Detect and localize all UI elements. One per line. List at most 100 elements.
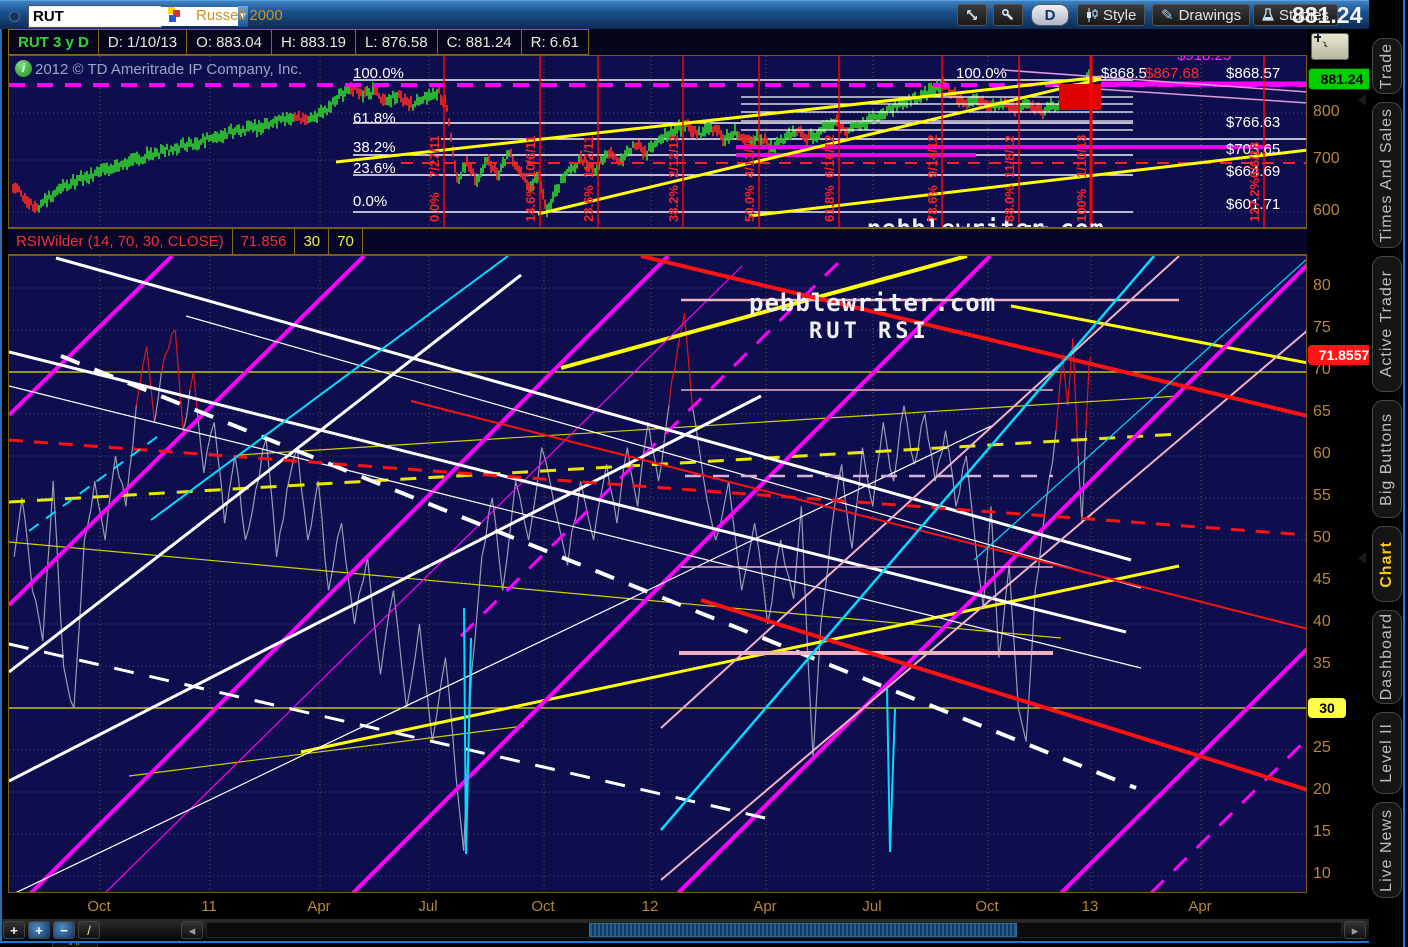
sidebar-tab-times-and-sales[interactable]: Times And Sales (1372, 102, 1402, 248)
sidebar-tab-trade[interactable]: Trade (1372, 38, 1402, 94)
pan-hand-icon (1314, 34, 1328, 47)
fib-pct-label: 61.8% (822, 185, 837, 222)
time-axis-label: Apr (1188, 898, 1212, 915)
line-tool-button[interactable]: / (78, 921, 100, 939)
ohlc-cell: O: 883.04 (186, 29, 271, 55)
time-axis-label: 12 (641, 898, 659, 915)
rsi-axis-tick: 65 (1313, 403, 1331, 420)
rsi-axis-tick: 40 (1313, 613, 1331, 630)
watermark-chart-rsi: RUT RSI (809, 319, 930, 344)
symbol-description: Russell 2000 (196, 7, 283, 24)
time-axis-label: 11 (201, 898, 217, 915)
zoom-in-button[interactable]: + (28, 921, 50, 939)
thinkorswim-chart-window: ▼ Russell 2000 D (0, 0, 1408, 947)
fib-pct-label: 88.0% (1002, 185, 1017, 222)
fib-level-label: 38.2% (353, 139, 396, 156)
ohlc-cell: D: 1/10/13 (97, 29, 187, 55)
rsi-chart-canvas (9, 256, 1306, 892)
ohlc-cell: C: 881.24 (436, 29, 521, 55)
rsi-oversold-setting: 30 (295, 229, 330, 254)
scroll-left-button[interactable]: ◂ (181, 921, 203, 939)
timeframe-button[interactable]: D (1031, 4, 1069, 26)
pencil-icon: ✎ (1161, 7, 1174, 24)
price-chart-panel[interactable]: i 2012 © TD Ameritrade IP Company, Inc. … (8, 55, 1307, 228)
right-edge-divider (1403, 0, 1405, 947)
chart-scrollbar-track[interactable] (206, 922, 1342, 938)
pan-mode-button[interactable] (1311, 33, 1349, 60)
time-axis-label: Jul (862, 898, 882, 915)
time-axis-label: Oct (531, 898, 555, 915)
rsi-axis-tick: 25 (1313, 739, 1331, 756)
ohlc-cell: H: 883.19 (270, 29, 356, 55)
panel-collapse-arrow[interactable] (1358, 94, 1366, 106)
time-axis-label: Apr (307, 898, 331, 915)
zoom-out-button[interactable]: − (53, 921, 75, 939)
fib-pct-label: 0.0% (427, 192, 442, 222)
link-color-icon[interactable] (168, 7, 184, 23)
fib-pct-label: 78.6% (925, 185, 940, 222)
last-price: 881.24 (1292, 2, 1363, 28)
rsi-axis-tick: 10 (1313, 865, 1331, 882)
rsi-axis-tick: 35 (1313, 655, 1331, 672)
rsi-oversold-bubble: 30 (1308, 698, 1346, 718)
sidebar-tab-active-trader[interactable]: Active Trader (1372, 256, 1402, 392)
chart-scrollbar-thumb[interactable] (589, 923, 1017, 937)
rsi-axis-tick: 50 (1313, 529, 1331, 546)
price-axis-tick: 800 (1313, 103, 1340, 120)
fib-level-label: 100.0% (353, 65, 404, 82)
fib-level-label: 61.8% (353, 110, 396, 127)
sidebar-tab-live-news[interactable]: Live News (1372, 802, 1402, 898)
fib-level-label: 23.6% (353, 160, 396, 177)
left-edge-divider (0, 29, 2, 941)
rsi-study-title[interactable]: RSIWilder (14, 70, 30, CLOSE) (8, 229, 233, 254)
price-axis-tick: 600 (1313, 202, 1340, 219)
sidebar-tab-label: Times And Sales (1378, 107, 1395, 243)
move-tool-button[interactable]: + (3, 921, 25, 939)
sidebar-tab-dashboard[interactable]: Dashboard (1372, 610, 1402, 704)
time-axis-label: Oct (87, 898, 111, 915)
watermark-site-rsi: pebblewriter.com (749, 289, 997, 317)
crosshair-arrows-icon (967, 10, 977, 20)
sidebar-tab-big-buttons[interactable]: Big Buttons (1372, 400, 1402, 518)
wrench-icon (1002, 9, 1014, 21)
candlestick-icon (1087, 8, 1098, 22)
fib-level-label: 0.0% (353, 193, 388, 210)
sidebar-tab-label: Active Trader (1378, 270, 1395, 378)
rsi-overbought-setting: 70 (329, 229, 363, 254)
fib-pct-label: 14.6% (523, 185, 538, 222)
time-axis-label: Jul (418, 898, 438, 915)
sidebar-tab-label: Trade (1378, 42, 1395, 90)
settings-wrench-button[interactable] (993, 4, 1023, 26)
ohlc-cell: R: 6.61 (520, 29, 589, 55)
sidebar-tab-label: Chart (1378, 540, 1395, 588)
rsi-chart-panel[interactable]: pebblewriter.com RUT RSI (8, 255, 1307, 893)
drawings-button[interactable]: ✎ Drawings (1152, 4, 1251, 26)
sidebar-tab-level-ii[interactable]: Level II (1372, 712, 1402, 794)
sidebar-tab-label: Dashboard (1378, 613, 1395, 701)
info-icon[interactable]: i (15, 60, 32, 77)
rsi-axis-tick: 55 (1313, 487, 1331, 504)
top-toolbar: ▼ Russell 2000 D (0, 0, 1408, 29)
copyright-text: 2012 © TD Ameritrade IP Company, Inc. (35, 61, 303, 78)
bottom-control-bar: + + − / ◂ ▸ (0, 919, 1369, 941)
sidebar-tab-chart[interactable]: Chart (1372, 526, 1402, 602)
pointer-tools-button[interactable] (957, 4, 987, 26)
bottom-divider (0, 941, 1408, 943)
rsi-axis-tick: 45 (1313, 571, 1331, 588)
scroll-right-button[interactable]: ▸ (1344, 921, 1366, 939)
panel-collapse-arrow[interactable] (1358, 552, 1366, 564)
price-level-label: $867.68 (1145, 65, 1200, 82)
price-level-label: $918.25 (1177, 55, 1232, 64)
fib-pct-label: 100% (1074, 188, 1089, 222)
sidebar-tab-label: Level II (1378, 723, 1395, 783)
time-axis-label: Apr (753, 898, 777, 915)
rsi-axis-tick: 20 (1313, 781, 1331, 798)
fib-pct-label: 127.2% (1247, 177, 1262, 222)
time-axis-label: Oct (975, 898, 999, 915)
window-dot-icon (9, 11, 20, 22)
rsi-axis-tick: 60 (1313, 445, 1331, 462)
rsi-axis-tick: 80 (1313, 277, 1331, 294)
ohlc-cell: RUT 3 y D (8, 29, 98, 55)
fib-pct-label: 38.2% (666, 185, 681, 222)
style-button[interactable]: Style (1077, 4, 1146, 26)
